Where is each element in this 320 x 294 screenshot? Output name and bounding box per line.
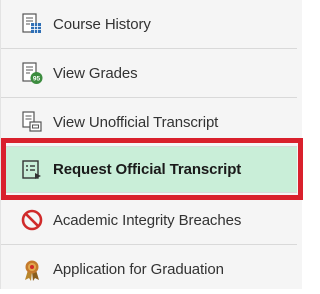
course-history-icon [19,11,45,37]
menu-item-label: Request Official Transcript [53,161,242,178]
menu-item-label: Academic Integrity Breaches [53,211,242,229]
menu-item-request-official-transcript[interactable]: Request Official Transcript [1,147,297,193]
menu-item-label: View Grades [53,64,138,82]
menu-item-label: Application for Graduation [53,261,224,278]
menu-item-application-for-graduation[interactable]: Application for Graduation [1,245,297,294]
view-grades-icon: 95 [19,60,45,86]
menu-item-view-unofficial-transcript[interactable]: View Unofficial Transcript [1,98,297,147]
menu-item-course-history[interactable]: Course History [1,0,297,49]
menu-item-academic-integrity-breaches[interactable]: Academic Integrity Breaches [1,196,297,245]
menu-item-view-grades[interactable]: 95 View Grades [1,49,297,98]
grade-badge: 95 [33,75,41,82]
menu-item-label: Course History [53,15,151,33]
prohibited-icon [19,207,45,233]
unofficial-transcript-icon [19,109,45,135]
menu-item-label: View Unofficial Transcript [53,113,219,131]
student-records-menu: Course History 95 View Grades View Unoff… [0,0,303,289]
graduation-ribbon-icon [19,257,45,283]
request-transcript-icon [19,157,45,183]
